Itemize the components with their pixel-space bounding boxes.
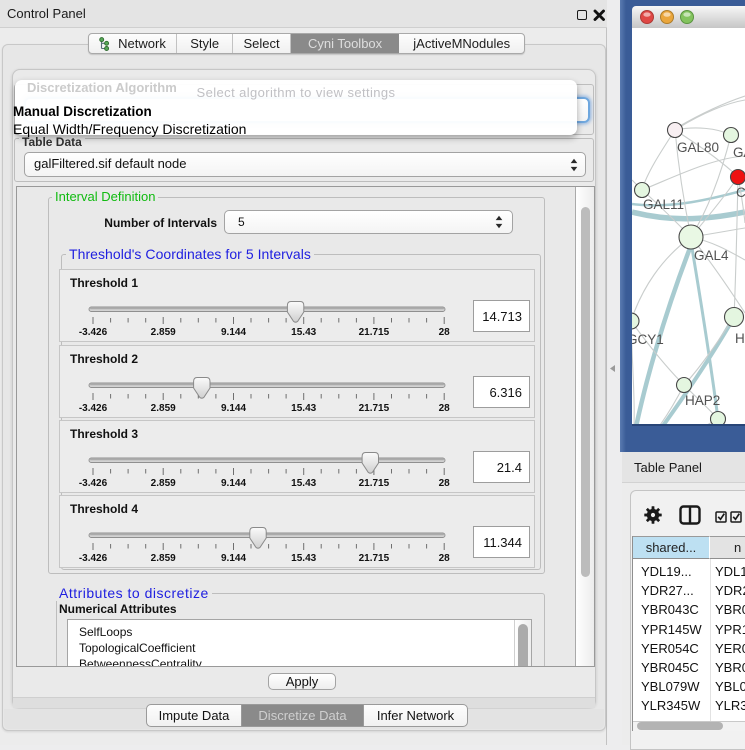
- svg-text:-3.426: -3.426: [79, 553, 108, 564]
- svg-text:21.715: 21.715: [359, 553, 390, 564]
- svg-text:28: 28: [439, 327, 451, 338]
- svg-text:2.859: 2.859: [151, 553, 176, 564]
- svg-text:GA: GA: [733, 145, 745, 160]
- svg-text:21.715: 21.715: [359, 403, 390, 414]
- svg-text:15.43: 15.43: [291, 553, 316, 564]
- svg-text:15.43: 15.43: [291, 403, 316, 414]
- svg-text:2.859: 2.859: [151, 403, 176, 414]
- svg-text:-3.426: -3.426: [79, 327, 108, 338]
- svg-text:H: H: [735, 331, 745, 346]
- svg-text:9.144: 9.144: [221, 403, 246, 414]
- svg-text:28: 28: [439, 403, 451, 414]
- svg-text:9.144: 9.144: [221, 478, 246, 489]
- svg-text:GAL80: GAL80: [677, 140, 719, 155]
- svg-text:GAL4: GAL4: [694, 248, 729, 263]
- svg-text:15.43: 15.43: [291, 478, 316, 489]
- svg-text:21.715: 21.715: [359, 327, 390, 338]
- svg-text:28: 28: [439, 478, 451, 489]
- svg-text:9.144: 9.144: [221, 327, 246, 338]
- svg-text:-3.426: -3.426: [79, 478, 108, 489]
- svg-text:15.43: 15.43: [291, 327, 316, 338]
- svg-text:9.144: 9.144: [221, 553, 246, 564]
- svg-text:21.715: 21.715: [359, 478, 390, 489]
- svg-text:2.859: 2.859: [151, 478, 176, 489]
- svg-text:HAP2: HAP2: [685, 393, 720, 408]
- svg-text:GCY1: GCY1: [632, 332, 664, 347]
- svg-text:C: C: [736, 185, 745, 200]
- svg-text:GAL11: GAL11: [643, 197, 684, 212]
- svg-text:28: 28: [439, 553, 451, 564]
- svg-text:2.859: 2.859: [151, 327, 176, 338]
- svg-text:-3.426: -3.426: [79, 403, 108, 414]
